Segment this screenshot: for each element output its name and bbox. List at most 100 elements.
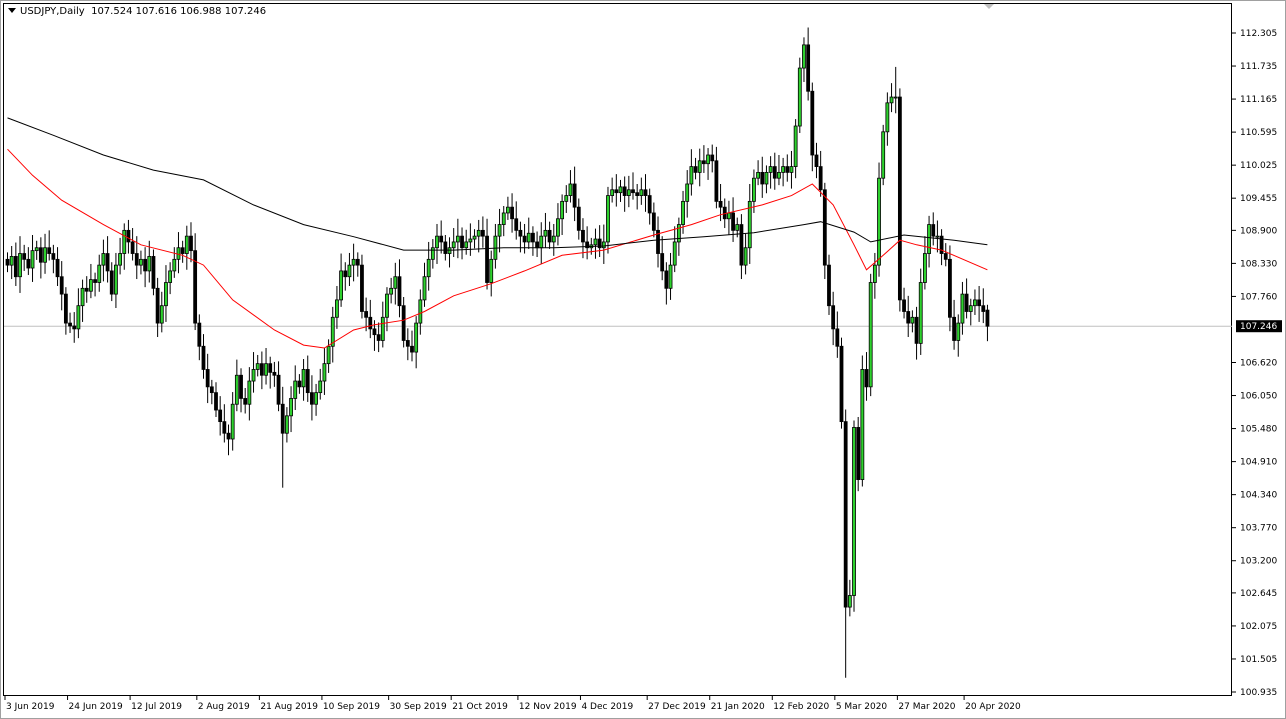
x-tick-label: 20 Apr 2020 (965, 702, 1021, 712)
bull-candle (160, 306, 163, 323)
bear-candle (64, 294, 67, 323)
bull-candle (352, 259, 355, 265)
bear-candle (719, 201, 722, 207)
bear-candle (823, 190, 826, 265)
bear-candle (819, 167, 822, 190)
bear-candle (14, 256, 17, 276)
bear-candle (360, 265, 363, 311)
bear-candle (573, 184, 576, 207)
bull-candle (323, 364, 326, 381)
bull-candle (861, 369, 864, 479)
bear-candle (398, 277, 401, 306)
bull-candle (640, 190, 643, 196)
bull-candle (611, 190, 614, 196)
bull-candle (594, 239, 597, 245)
candlestick-chart: 112.305111.735111.165110.595110.025109.4… (0, 0, 1286, 719)
bear-candle (811, 91, 814, 155)
bull-candle (886, 103, 889, 132)
bull-candle (431, 248, 434, 260)
bull-candle (957, 323, 960, 340)
bear-candle (948, 259, 951, 317)
bear-candle (156, 288, 159, 323)
bear-candle (206, 369, 209, 386)
bull-candle (790, 167, 793, 173)
bull-candle (423, 277, 426, 300)
bull-candle (436, 236, 439, 248)
bull-candle (502, 213, 505, 225)
bull-candle (427, 259, 430, 276)
bull-candle (606, 196, 609, 242)
bear-candle (486, 236, 489, 282)
moving-average-line (8, 118, 988, 250)
bear-candle (761, 172, 764, 184)
bear-candle (515, 219, 518, 231)
bear-candle (865, 369, 868, 386)
bear-candle (832, 306, 835, 329)
bear-candle (986, 310, 989, 326)
bull-candle (35, 248, 38, 251)
bull-candle (385, 294, 388, 317)
bull-candle (302, 369, 305, 386)
bear-candle (298, 381, 301, 387)
bull-candle (707, 155, 710, 164)
y-tick-label: 100.935 (1240, 688, 1277, 698)
bear-candle (773, 167, 776, 179)
bear-candle (23, 254, 26, 260)
bear-candle (723, 207, 726, 219)
bull-candle (139, 259, 142, 265)
bull-candle (794, 126, 797, 167)
bear-candle (577, 207, 580, 230)
bear-candle (615, 190, 618, 193)
bear-candle (377, 335, 380, 341)
bull-candle (682, 201, 685, 224)
bear-candle (48, 248, 51, 254)
bear-candle (732, 213, 735, 230)
bear-candle (978, 300, 981, 306)
bull-candle (919, 283, 922, 344)
y-tick-label: 104.340 (1240, 491, 1277, 501)
x-tick-label: 2 Aug 2019 (198, 702, 250, 712)
bull-candle (114, 265, 117, 294)
bull-candle (973, 300, 976, 306)
bear-candle (215, 393, 218, 410)
bull-candle (173, 259, 176, 271)
bull-candle (315, 393, 318, 405)
y-tick-label: 105.480 (1240, 425, 1277, 435)
bear-candle (181, 248, 184, 254)
bear-candle (198, 323, 201, 346)
bull-candle (848, 595, 851, 607)
bear-candle (907, 311, 910, 323)
bear-candle (715, 161, 718, 202)
bear-candle (106, 254, 109, 271)
bull-candle (853, 427, 856, 595)
bull-candle (690, 167, 693, 184)
bull-candle (256, 364, 259, 370)
bear-candle (189, 236, 192, 250)
y-tick-label: 103.770 (1240, 524, 1277, 534)
bull-candle (235, 375, 238, 404)
bull-candle (627, 190, 630, 196)
bull-candle (969, 306, 972, 312)
x-tick-label: 12 Nov 2019 (519, 702, 577, 712)
x-tick-label: 4 Dec 2019 (581, 702, 633, 712)
bear-candle (52, 254, 55, 260)
bear-candle (6, 259, 9, 265)
bull-candle (878, 178, 881, 265)
bear-candle (786, 167, 789, 173)
bull-candle (565, 196, 568, 202)
bear-candle (661, 254, 664, 271)
x-tick-label: 21 Oct 2019 (452, 702, 508, 712)
bear-candle (69, 323, 72, 326)
y-tick-label: 106.620 (1240, 359, 1277, 369)
bear-candle (310, 393, 313, 405)
bear-candle (152, 256, 155, 288)
bear-candle (648, 196, 651, 213)
y-tick-label: 108.900 (1240, 226, 1277, 236)
bear-candle (444, 242, 447, 254)
bull-candle (265, 364, 268, 376)
bull-candle (123, 230, 126, 253)
bull-candle (148, 256, 151, 270)
bull-candle (231, 404, 234, 439)
y-tick-label: 109.455 (1240, 194, 1277, 204)
bear-candle (481, 230, 484, 236)
